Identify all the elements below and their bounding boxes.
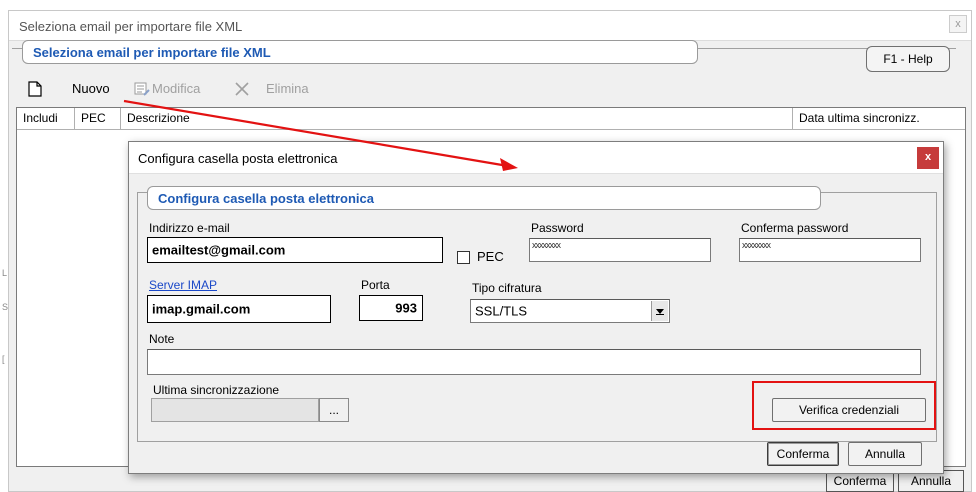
background-group-title: Seleziona email per importare file XML	[33, 45, 271, 60]
confirm-button[interactable]: Conferma	[767, 442, 839, 466]
dialog-close-button[interactable]: x	[917, 147, 939, 169]
edge-fragment: L	[2, 268, 8, 278]
delete-button[interactable]: Elimina	[266, 78, 309, 100]
dialog-titlebar: Configura casella posta elettronica x	[129, 142, 943, 174]
last-sync-label: Ultima sincronizzazione	[153, 383, 280, 397]
configure-mailbox-dialog: Configura casella posta elettronica x Co…	[128, 141, 944, 474]
email-value: emailtest@gmail.com	[152, 242, 286, 258]
edge-fragment: S	[2, 302, 9, 312]
confirm-password-field[interactable]: xxxxxxxx	[739, 238, 921, 262]
note-field[interactable]	[147, 349, 921, 375]
encryption-value: SSL/TLS	[475, 303, 528, 319]
new-button[interactable]: Nuovo	[72, 78, 110, 100]
background-titlebar: Seleziona email per importare file XML x	[9, 11, 971, 41]
help-button[interactable]: F1 - Help	[866, 46, 950, 72]
verify-credentials-button[interactable]: Verifica credenziali	[772, 398, 926, 422]
password-label: Password	[531, 221, 584, 235]
table-header-row: Includi PEC Descrizione Data ultima sinc…	[17, 108, 965, 130]
column-header-includi[interactable]: Includi	[17, 108, 75, 129]
encryption-select[interactable]: SSL/TLS	[470, 299, 670, 323]
port-label: Porta	[361, 278, 390, 292]
note-label: Note	[149, 332, 175, 346]
dialog-title: Configura casella posta elettronica	[138, 151, 338, 166]
dialog-group-title: Configura casella posta elettronica	[158, 191, 375, 206]
chevron-down-icon[interactable]	[651, 301, 668, 321]
edge-fragment: [	[2, 354, 5, 364]
edit-button[interactable]: Modifica	[152, 78, 200, 100]
dialog-group-header: Configura casella posta elettronica	[147, 186, 821, 210]
confirm-password-mask: xxxxxxxx	[742, 240, 771, 250]
port-field[interactable]: 993	[359, 295, 423, 321]
column-header-data-sync[interactable]: Data ultima sincronizz.	[793, 108, 965, 129]
background-close-button[interactable]: x	[949, 15, 967, 33]
last-sync-field	[151, 398, 319, 422]
password-mask: xxxxxxxx	[532, 240, 561, 250]
new-document-icon	[28, 81, 42, 97]
server-imap-field[interactable]: imap.gmail.com	[147, 295, 331, 323]
column-header-pec[interactable]: PEC	[75, 108, 121, 129]
password-field[interactable]: xxxxxxxx	[529, 238, 711, 262]
email-label: Indirizzo e-mail	[149, 221, 230, 235]
email-field[interactable]: emailtest@gmail.com	[147, 237, 443, 263]
port-value: 993	[395, 300, 417, 316]
last-sync-browse-button[interactable]: ...	[319, 398, 349, 422]
confirm-password-label: Conferma password	[741, 221, 849, 235]
background-group-header: Seleziona email per importare file XML	[22, 40, 698, 64]
background-toolbar: Nuovo Modifica Elimina	[12, 78, 712, 100]
delete-x-icon	[234, 81, 250, 97]
column-header-descrizione[interactable]: Descrizione	[121, 108, 793, 129]
server-imap-link[interactable]: Server IMAP	[149, 278, 217, 292]
encryption-label: Tipo cifratura	[472, 281, 542, 295]
pec-checkbox[interactable]	[457, 251, 470, 264]
edit-list-icon	[134, 81, 150, 97]
server-imap-value: imap.gmail.com	[152, 301, 251, 317]
pec-label: PEC	[477, 249, 504, 264]
background-window-title: Seleziona email per importare file XML	[19, 19, 243, 34]
cancel-button[interactable]: Annulla	[848, 442, 922, 466]
